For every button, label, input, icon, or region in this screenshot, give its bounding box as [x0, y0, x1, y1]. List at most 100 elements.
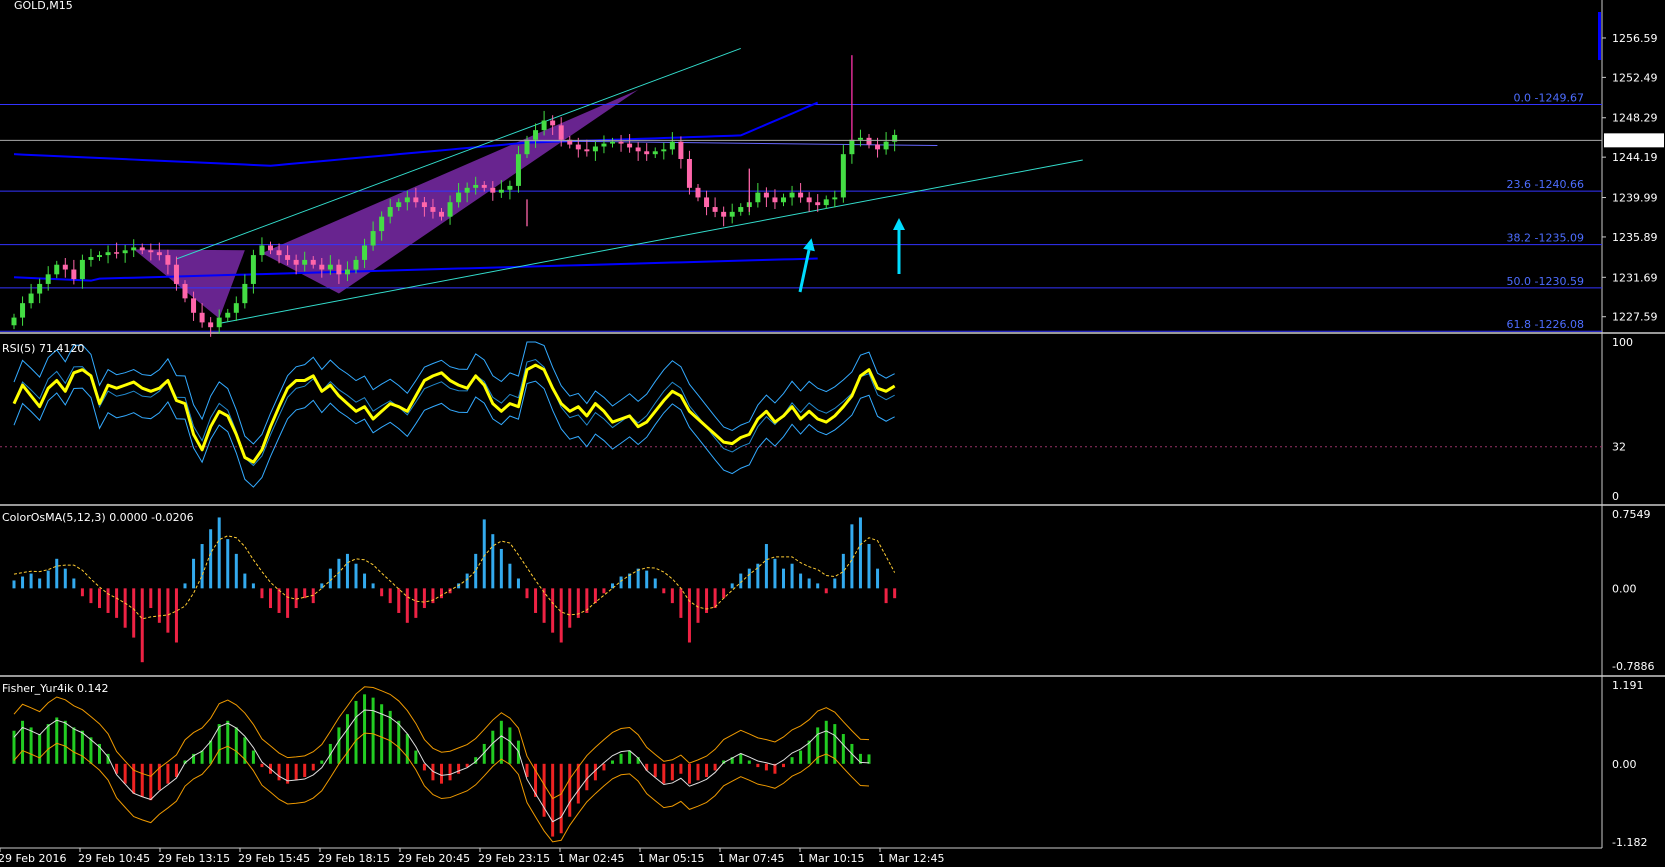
fisher-bar — [499, 720, 503, 764]
fisher-bar — [799, 750, 803, 764]
fisher-bar — [337, 727, 341, 764]
candle-body — [233, 303, 239, 313]
candle-body — [139, 247, 145, 251]
candle-body — [686, 158, 692, 188]
fib-level-label: 38.2 -1235.09 — [1507, 232, 1584, 245]
osma-bar — [217, 517, 221, 589]
osma-bar — [157, 588, 161, 623]
candle-body — [148, 250, 154, 253]
osma-bar — [29, 573, 33, 589]
candle-body — [54, 264, 60, 275]
candle-body — [293, 259, 299, 265]
candle-body — [344, 269, 350, 275]
candle-body — [678, 141, 684, 159]
fisher-bar — [551, 763, 555, 837]
osma-bar — [123, 588, 127, 628]
fisher-bar — [705, 763, 709, 778]
candle-body — [182, 283, 188, 299]
candle-body — [259, 245, 265, 256]
fisher-bar — [508, 727, 512, 764]
candle-body — [20, 303, 26, 318]
candle-body — [216, 317, 222, 328]
moving-average-line — [13, 101, 819, 167]
fisher-bar — [397, 720, 401, 764]
fisher-bar — [653, 763, 657, 778]
fisher-bar — [790, 757, 794, 764]
osma-bar — [764, 544, 768, 589]
candle-body — [173, 264, 179, 284]
candle-body — [473, 184, 479, 188]
rsi-upper-band — [13, 341, 895, 445]
time-tick-label: 29 Feb 20:45 — [398, 852, 470, 865]
fisher-bar — [670, 763, 674, 781]
osma-bar — [72, 578, 76, 589]
candle-body — [584, 149, 590, 152]
time-tick-label: 1 Mar 12:45 — [878, 852, 944, 865]
osma-bar — [747, 568, 751, 589]
candle-body — [191, 298, 197, 313]
osma-bar — [790, 563, 794, 589]
osma-bar — [200, 544, 204, 589]
candle-body — [225, 312, 231, 318]
osma-bar — [251, 583, 255, 589]
candle-body — [421, 202, 427, 208]
candle-body — [37, 283, 43, 294]
osma-bar — [174, 588, 178, 643]
fisher-tick-label: -1.182 — [1612, 836, 1647, 849]
osma-bar — [824, 588, 828, 594]
osma-bar — [559, 588, 563, 643]
osma-bar — [816, 583, 820, 589]
osma-bar — [345, 553, 349, 589]
candle-body — [575, 144, 581, 150]
chart-symbol-label: GOLD,M15 — [14, 0, 73, 12]
osma-bar — [294, 588, 298, 609]
price-tick-label: 1252.49 — [1612, 71, 1658, 84]
osma-bar — [807, 578, 811, 589]
candle-body — [165, 255, 171, 265]
candle-body — [669, 141, 675, 150]
osma-bar — [756, 563, 760, 589]
current-price-label: 1245.94 — [1612, 134, 1658, 147]
candle-body — [131, 247, 137, 251]
osma-bar — [405, 588, 409, 623]
time-tick-label: 29 Feb 10:45 — [78, 852, 150, 865]
candle-body — [396, 202, 402, 208]
fisher-bar — [226, 720, 230, 764]
fisher-bar — [422, 763, 426, 771]
osma-bar — [653, 578, 657, 589]
price-tick-label: 1248.29 — [1612, 112, 1658, 125]
fisher-bar — [662, 763, 666, 784]
fisher-bar — [260, 763, 264, 768]
candle-body — [362, 245, 368, 260]
candle-body — [661, 149, 667, 152]
osma-bar — [234, 553, 238, 589]
osma-bar — [363, 573, 367, 589]
osma-tick-label: 0.7549 — [1612, 508, 1651, 521]
osma-bar — [89, 588, 93, 604]
candle-body — [310, 259, 316, 265]
fisher-bar — [149, 763, 153, 801]
candle-body — [721, 211, 727, 217]
candle-body — [156, 252, 162, 256]
osma-bar — [508, 563, 512, 589]
arrow-shaft — [798, 249, 811, 293]
osma-bar — [260, 588, 264, 599]
osma-bar — [850, 524, 854, 589]
candle-body — [498, 189, 504, 193]
time-tick-label: 29 Feb 23:15 — [478, 852, 550, 865]
osma-bar — [534, 588, 538, 613]
fisher-bar — [619, 753, 623, 764]
fisher-bar — [294, 763, 298, 781]
fisher-bar — [311, 763, 315, 771]
candle-body — [652, 151, 658, 155]
osma-bar — [782, 568, 785, 589]
candle-body — [772, 197, 778, 203]
fisher-bar — [756, 763, 760, 768]
time-tick-label: 29 Feb 2016 — [0, 852, 66, 865]
candle-body — [763, 192, 769, 198]
fisher-bar — [739, 753, 743, 764]
fisher-bar — [217, 724, 221, 764]
osma-bar — [482, 519, 486, 589]
fisher-bar — [320, 760, 324, 764]
candle-body — [815, 202, 821, 206]
